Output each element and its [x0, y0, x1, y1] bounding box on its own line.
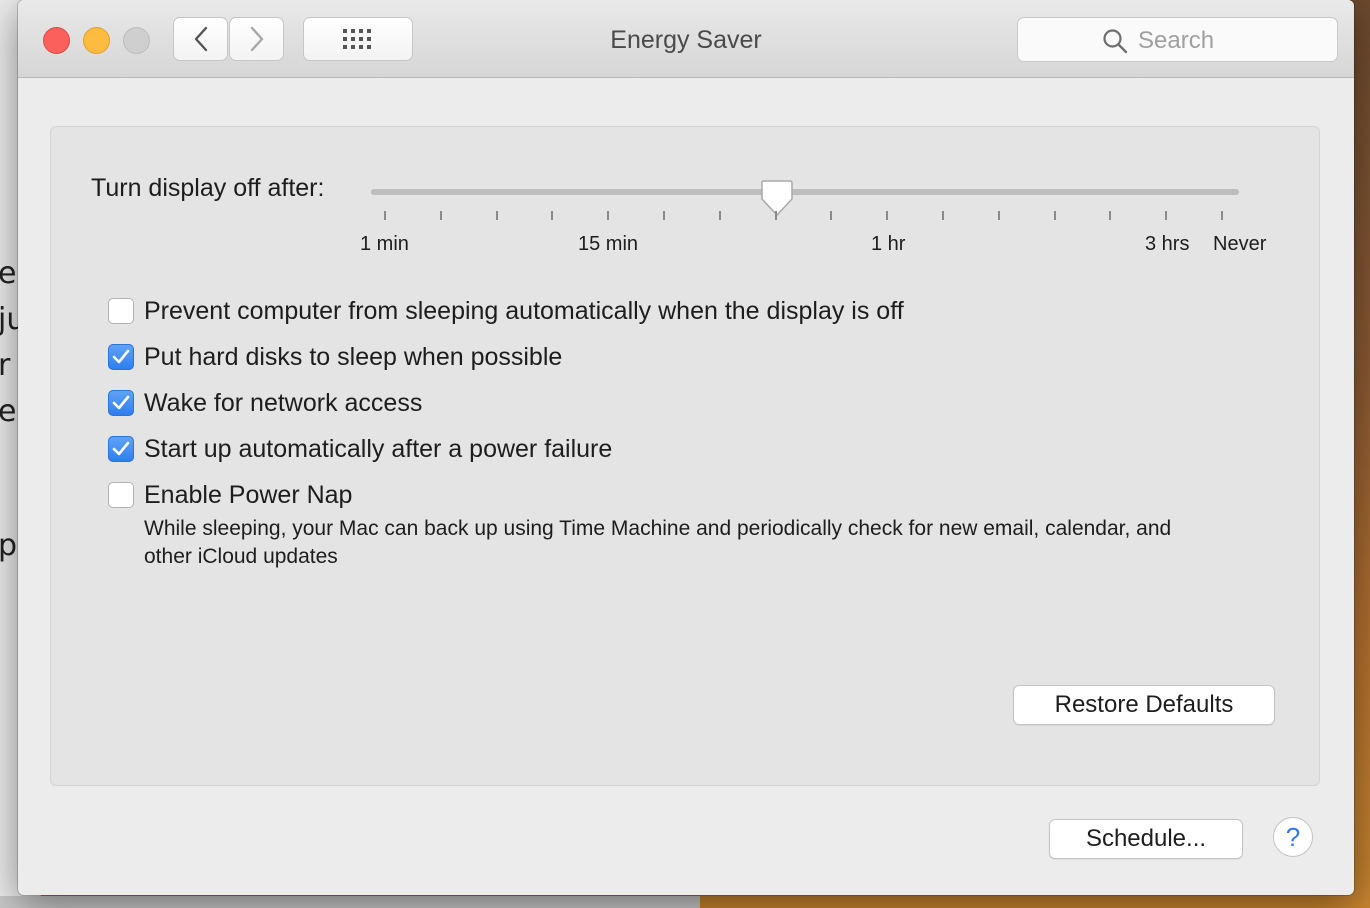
slider-tick	[886, 211, 889, 220]
auto-startup-label: Start up automatically after a power fai…	[144, 434, 613, 463]
power-nap-option[interactable]: Enable Power Nap	[108, 480, 352, 510]
slider-tick	[607, 211, 610, 220]
prevent-sleep-checkbox[interactable]	[108, 298, 134, 324]
background-text-fragment: p	[0, 528, 18, 563]
wake-network-option[interactable]: Wake for network access	[108, 388, 422, 418]
settings-panel: Turn display off after: 1 min 15 min 1 h…	[50, 126, 1320, 786]
slider-tick	[1221, 211, 1223, 220]
schedule-button[interactable]: Schedule...	[1049, 819, 1243, 859]
background-window-bottom	[0, 896, 700, 908]
tick-label-1-hr: 1 hr	[871, 233, 906, 255]
slider-tick	[942, 211, 944, 220]
background-text-fragment: e	[0, 394, 17, 429]
slider-tick	[774, 211, 777, 220]
tick-label-3-hrs: 3 hrs	[1145, 233, 1190, 255]
background-text-fragment: e	[0, 256, 17, 291]
disk-sleep-checkbox[interactable]	[108, 344, 134, 370]
power-nap-checkbox[interactable]	[108, 482, 134, 508]
slider-tick	[663, 211, 665, 220]
tick-label-15-min: 15 min	[578, 233, 639, 255]
slider-thumb[interactable]	[760, 179, 794, 217]
disk-sleep-option[interactable]: Put hard disks to sleep when possible	[108, 342, 562, 372]
checkmark-icon	[112, 395, 130, 410]
slider-tick	[551, 211, 554, 220]
prevent-sleep-label: Prevent computer from sleeping automatic…	[144, 296, 904, 325]
search-placeholder: Search	[1138, 27, 1215, 54]
slider-tick	[439, 211, 442, 220]
tick-label-never: Never	[1213, 233, 1267, 255]
slider-tick	[1053, 211, 1056, 220]
power-nap-label: Enable Power Nap	[144, 480, 353, 509]
slider-tick	[830, 211, 833, 220]
display-sleep-slider-track[interactable]	[371, 189, 1239, 195]
restore-defaults-button[interactable]: Restore Defaults	[1013, 685, 1275, 725]
display-sleep-label: Turn display off after:	[91, 174, 325, 202]
slider-tick	[495, 211, 498, 220]
slider-tick	[997, 211, 1000, 220]
tick-label-1-min: 1 min	[360, 233, 409, 255]
slider-tick	[718, 211, 721, 220]
help-button[interactable]: ?	[1273, 817, 1313, 857]
search-input[interactable]: Search	[1017, 17, 1338, 62]
slider-tick	[1165, 211, 1168, 220]
auto-startup-option[interactable]: Start up automatically after a power fai…	[108, 434, 612, 464]
background-text-fragment: r	[0, 348, 11, 383]
wake-network-checkbox[interactable]	[108, 390, 134, 416]
titlebar: Energy Saver Search	[18, 0, 1354, 78]
disk-sleep-label: Put hard disks to sleep when possible	[144, 342, 563, 371]
prevent-sleep-option[interactable]: Prevent computer from sleeping automatic…	[108, 296, 904, 326]
auto-startup-checkbox[interactable]	[108, 436, 134, 462]
slider-tick	[384, 211, 386, 220]
power-nap-description: While sleeping, your Mac can back up usi…	[144, 517, 1172, 568]
slider-tick	[1109, 211, 1112, 220]
checkmark-icon	[112, 349, 130, 364]
search-icon	[1103, 29, 1128, 54]
checkmark-icon	[112, 441, 130, 456]
wake-network-label: Wake for network access	[144, 388, 423, 417]
energy-saver-window: Energy Saver Search Turn display off aft…	[18, 0, 1354, 895]
